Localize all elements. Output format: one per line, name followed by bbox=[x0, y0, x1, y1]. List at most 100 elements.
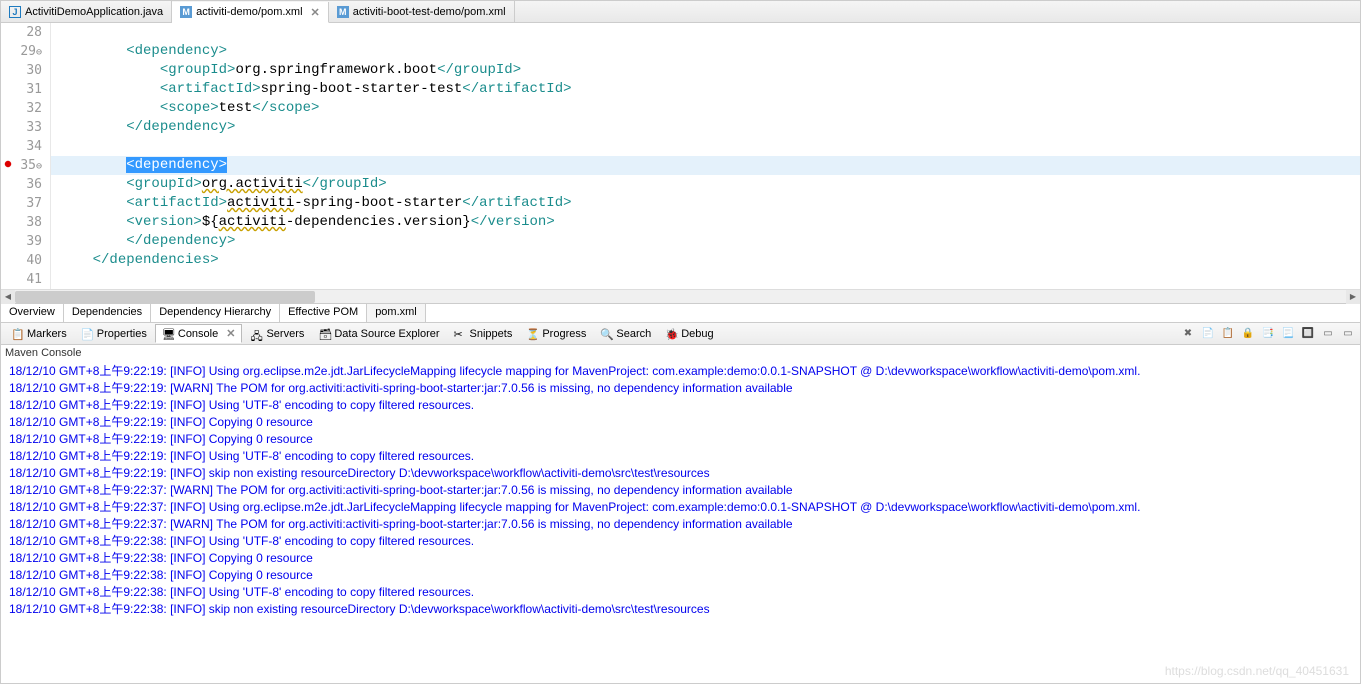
editor[interactable]: 2829⊖303132333435⊖363738394041 <dependen… bbox=[1, 23, 1360, 289]
pom-subtab[interactable]: Dependencies bbox=[64, 304, 151, 322]
code-line[interactable]: </dependencies> bbox=[51, 251, 1360, 270]
toolbar-button[interactable]: ▭ bbox=[1320, 326, 1336, 342]
toolbar-button[interactable]: 🔲 bbox=[1300, 326, 1316, 342]
view-tab-snippets[interactable]: ✂Snippets bbox=[448, 326, 519, 342]
line-number: 33 bbox=[1, 118, 42, 137]
view-label: Snippets bbox=[470, 328, 513, 340]
editor-tab[interactable]: Mactiviti-demo/pom.xml ✕ bbox=[172, 2, 329, 23]
tab-label: activiti-demo/pom.xml bbox=[196, 6, 302, 18]
view-tab-properties[interactable]: 📄Properties bbox=[75, 326, 153, 342]
scroll-thumb[interactable] bbox=[15, 291, 315, 303]
tab-label: activiti-boot-test-demo/pom.xml bbox=[353, 6, 506, 18]
line-number: 41 bbox=[1, 270, 42, 289]
line-number: 31 bbox=[1, 80, 42, 99]
line-number: 28 bbox=[1, 23, 42, 42]
views-bar: 📋Markers📄Properties🖥Console✕🖧Servers🗃Dat… bbox=[1, 323, 1360, 345]
editor-tab[interactable]: Mactiviti-boot-test-demo/pom.xml bbox=[329, 1, 515, 22]
console-output[interactable]: 18/12/10 GMT+8上午9:22:19: [INFO] Using or… bbox=[1, 361, 1360, 683]
pom-subtab[interactable]: pom.xml bbox=[367, 304, 426, 322]
view-tab-debug[interactable]: 🐞Debug bbox=[659, 326, 719, 342]
console-line: 18/12/10 GMT+8上午9:22:37: [WARN] The POM … bbox=[9, 482, 1352, 499]
view-label: Console bbox=[178, 328, 218, 340]
view-label: Data Source Explorer bbox=[334, 328, 439, 340]
view-tab-markers[interactable]: 📋Markers bbox=[5, 326, 73, 342]
code-line[interactable]: <scope>test</scope> bbox=[51, 99, 1360, 118]
code-line[interactable]: </dependency> bbox=[51, 118, 1360, 137]
code-line[interactable]: <dependency> bbox=[51, 42, 1360, 61]
error-marker-icon bbox=[3, 159, 13, 169]
line-number: 38 bbox=[1, 213, 42, 232]
view-label: Search bbox=[616, 328, 651, 340]
view-icon: 🗃 bbox=[318, 328, 330, 340]
toolbar-button[interactable]: 📋 bbox=[1220, 326, 1236, 342]
console-line: 18/12/10 GMT+8上午9:22:19: [INFO] Using 'U… bbox=[9, 448, 1352, 465]
maven-file-icon: M bbox=[180, 6, 192, 18]
fold-icon[interactable]: ⊖ bbox=[36, 47, 42, 58]
code-line[interactable] bbox=[51, 137, 1360, 156]
toolbar-button[interactable]: 📄 bbox=[1200, 326, 1216, 342]
editor-hscroll[interactable]: ◀ ▶ bbox=[1, 289, 1360, 303]
scroll-left-icon[interactable]: ◀ bbox=[1, 290, 15, 304]
console-line: 18/12/10 GMT+8上午9:22:19: [INFO] skip non… bbox=[9, 465, 1352, 482]
toolbar-button[interactable]: 🔒 bbox=[1240, 326, 1256, 342]
code-line[interactable] bbox=[51, 23, 1360, 42]
console-line: 18/12/10 GMT+8上午9:22:38: [INFO] Copying … bbox=[9, 550, 1352, 567]
view-tab-console[interactable]: 🖥 Console ✕ bbox=[155, 324, 243, 343]
close-icon[interactable]: ✕ bbox=[311, 6, 320, 19]
view-icon: 🖥 bbox=[162, 328, 174, 340]
console-line: 18/12/10 GMT+8上午9:22:19: [INFO] Copying … bbox=[9, 414, 1352, 431]
view-tab-data-source-explorer[interactable]: 🗃 Data Source Explorer bbox=[312, 326, 445, 342]
line-number: 29⊖ bbox=[1, 42, 42, 61]
view-label: Markers bbox=[27, 328, 67, 340]
pom-subtab[interactable]: Dependency Hierarchy bbox=[151, 304, 280, 322]
code-line[interactable]: <dependency> bbox=[51, 156, 1360, 175]
maven-file-icon: M bbox=[337, 6, 349, 18]
view-tab-servers[interactable]: 🖧 Servers bbox=[244, 326, 310, 342]
toolbar-button[interactable]: ▭ bbox=[1340, 326, 1356, 342]
console-line: 18/12/10 GMT+8上午9:22:37: [WARN] The POM … bbox=[9, 516, 1352, 533]
tab-label: ActivitiDemoApplication.java bbox=[25, 6, 163, 18]
view-label: Progress bbox=[542, 328, 586, 340]
console-line: 18/12/10 GMT+8上午9:22:19: [INFO] Using or… bbox=[9, 363, 1352, 380]
pom-subtab-bar: OverviewDependenciesDependency Hierarchy… bbox=[1, 303, 1360, 323]
code-line[interactable]: <artifactId>activiti-spring-boot-starter… bbox=[51, 194, 1360, 213]
fold-icon[interactable]: ⊖ bbox=[36, 161, 42, 172]
console-line: 18/12/10 GMT+8上午9:22:19: [INFO] Using 'U… bbox=[9, 397, 1352, 414]
scroll-right-icon[interactable]: ▶ bbox=[1346, 290, 1360, 304]
line-number: 36 bbox=[1, 175, 42, 194]
toolbar-button[interactable]: 📃 bbox=[1280, 326, 1296, 342]
line-number: 37 bbox=[1, 194, 42, 213]
toolbar-button[interactable]: 📑 bbox=[1260, 326, 1276, 342]
line-gutter: 2829⊖303132333435⊖363738394041 bbox=[1, 23, 51, 289]
line-number: 40 bbox=[1, 251, 42, 270]
console-line: 18/12/10 GMT+8上午9:22:38: [INFO] Copying … bbox=[9, 567, 1352, 584]
line-number: 35⊖ bbox=[1, 156, 42, 175]
code-line[interactable]: <artifactId>spring-boot-starter-test</ar… bbox=[51, 80, 1360, 99]
console-line: 18/12/10 GMT+8上午9:22:37: [INFO] Using or… bbox=[9, 499, 1352, 516]
view-tab-progress[interactable]: ⏳ Progress bbox=[520, 326, 592, 342]
code-line[interactable] bbox=[51, 270, 1360, 289]
code-line[interactable]: </dependency> bbox=[51, 232, 1360, 251]
view-label: Servers bbox=[266, 328, 304, 340]
console-title: Maven Console bbox=[1, 345, 1360, 361]
toolbar-button[interactable]: ✖ bbox=[1180, 326, 1196, 342]
view-label: Debug bbox=[681, 328, 713, 340]
view-icon: 🖧 bbox=[250, 328, 262, 340]
code-line[interactable]: <groupId>org.activiti</groupId> bbox=[51, 175, 1360, 194]
pom-subtab[interactable]: Overview bbox=[1, 304, 64, 322]
pom-subtab[interactable]: Effective POM bbox=[280, 304, 367, 322]
code-area[interactable]: <dependency> <groupId>org.springframewor… bbox=[51, 23, 1360, 289]
view-icon: ⏳ bbox=[526, 328, 538, 340]
view-label: Properties bbox=[97, 328, 147, 340]
code-line[interactable]: <version>${activiti-dependencies.version… bbox=[51, 213, 1360, 232]
line-number: 30 bbox=[1, 61, 42, 80]
line-number: 39 bbox=[1, 232, 42, 251]
code-line[interactable]: <groupId>org.springframework.boot</group… bbox=[51, 61, 1360, 80]
watermark: https://blog.csdn.net/qq_40451631 bbox=[1165, 664, 1349, 678]
ide-window: JActivitiDemoApplication.javaMactiviti-d… bbox=[0, 0, 1361, 684]
close-icon[interactable]: ✕ bbox=[226, 327, 235, 340]
editor-tab[interactable]: JActivitiDemoApplication.java bbox=[1, 1, 172, 22]
view-tab-search[interactable]: 🔍Search bbox=[594, 326, 657, 342]
console-line: 18/12/10 GMT+8上午9:22:38: [INFO] Using 'U… bbox=[9, 533, 1352, 550]
console-line: 18/12/10 GMT+8上午9:22:38: [INFO] skip non… bbox=[9, 601, 1352, 618]
